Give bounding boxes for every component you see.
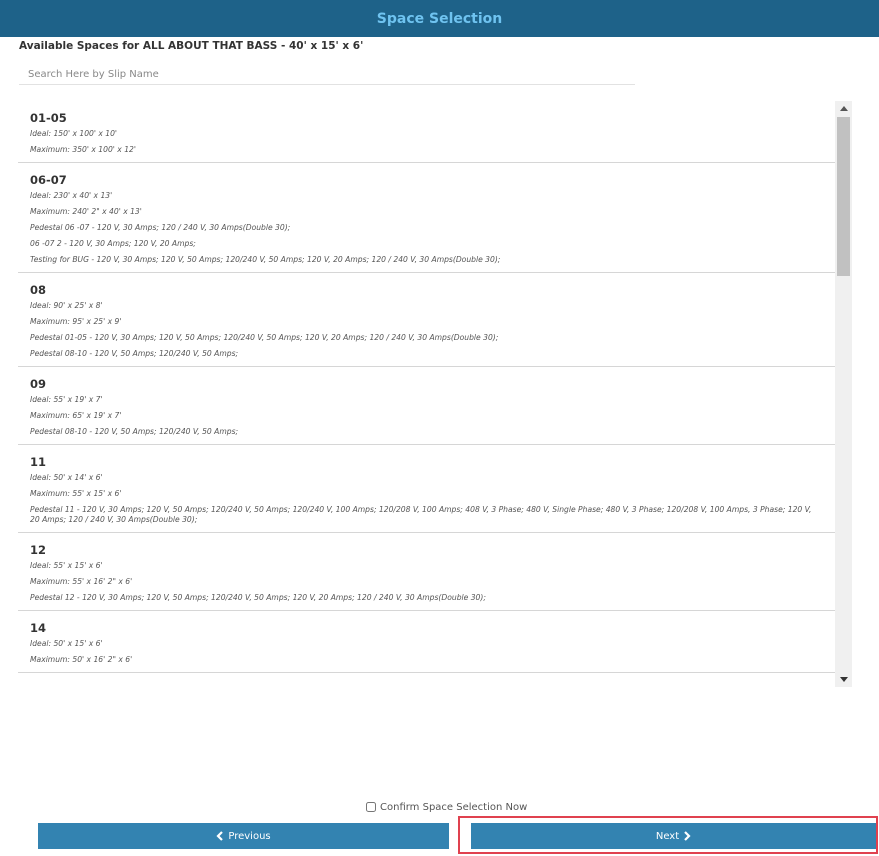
scrollbar[interactable]: [835, 101, 852, 687]
slip-item[interactable]: 01-05 Ideal: 150' x 100' x 10' Maximum: 35…: [18, 101, 835, 163]
slip-detail: Ideal: 230' x 40' x 13': [30, 191, 113, 200]
slip-detail: Ideal: 50' x 14' x 6': [30, 473, 103, 482]
slip-detail: Pedestal 01-05 - 120 V, 30 Amps; 120 V, …: [30, 333, 499, 342]
slip-item[interactable]: 09 Ideal: 55' x 19' x 7' Maximum: 65' x 19…: [18, 367, 835, 445]
search-container: [19, 62, 635, 86]
slip-detail: Ideal: 90' x 25' x 8': [30, 301, 103, 310]
page-title: Space Selection: [376, 10, 503, 27]
slip-detail: Testing for BUG - 120 V, 30 Amps; 120 V,…: [30, 255, 501, 264]
slip-detail: Maximum: 350' x 100' x 12': [30, 145, 136, 154]
scroll-down-arrow-icon[interactable]: [835, 672, 852, 687]
slip-detail: Maximum: 65' x 19' x 7': [30, 411, 122, 420]
slip-name: 14: [30, 621, 47, 635]
slip-detail: Maximum: 55' x 15' x 6': [30, 489, 122, 498]
previous-button[interactable]: Previous: [38, 823, 449, 849]
scroll-up-arrow-icon[interactable]: [835, 101, 852, 116]
slip-detail: Ideal: 55' x 15' x 6': [30, 561, 103, 570]
header-bar: Space Selection: [0, 0, 879, 37]
slip-detail: Pedestal 08-10 - 120 V, 50 Amps; 120/240…: [30, 427, 239, 436]
slip-name: 06-07: [30, 173, 67, 187]
slip-detail: 06 -07 2 - 120 V, 30 Amps; 120 V, 20 Amp…: [30, 239, 196, 248]
slip-detail: Pedestal 08-10 - 120 V, 50 Amps; 120/240…: [30, 349, 239, 358]
slip-name: 09: [30, 377, 47, 391]
chevron-left-icon: [216, 831, 224, 841]
confirm-checkbox[interactable]: [366, 802, 376, 812]
previous-label: Previous: [228, 830, 271, 842]
vessel-subtitle: Available Spaces for ALL ABOUT THAT BASS…: [19, 40, 364, 52]
slip-item[interactable]: 11 Ideal: 50' x 14' x 6' Maximum: 55' x 15…: [18, 445, 835, 533]
slip-detail: Maximum: 240' 2" x 40' x 13': [30, 207, 142, 216]
slip-search-input[interactable]: [19, 63, 635, 86]
slip-name: 12: [30, 543, 47, 557]
slip-detail: Ideal: 55' x 19' x 7': [30, 395, 103, 404]
scroll-thumb[interactable]: [837, 117, 850, 276]
slip-detail: Pedestal 11 - 120 V, 30 Amps; 120 V, 50 …: [30, 505, 812, 524]
slip-item[interactable]: 06-07 Ideal: 230' x 40' x 13' Maximum: 240…: [18, 163, 835, 273]
slip-name: 08: [30, 283, 47, 297]
slip-name: 01-05: [30, 111, 67, 125]
slip-detail: Maximum: 55' x 16' 2" x 6': [30, 577, 133, 586]
slip-detail: Ideal: 50' x 15' x 6': [30, 639, 103, 648]
next-button-highlight: [458, 816, 878, 854]
slip-item[interactable]: 14 Ideal: 50' x 15' x 6' Maximum: 50' x 16…: [18, 611, 835, 673]
confirm-label: Confirm Space Selection Now: [380, 801, 528, 813]
slip-item[interactable]: 12 Ideal: 55' x 15' x 6' Maximum: 55' x 16…: [18, 533, 835, 611]
slip-detail: Pedestal 12 - 120 V, 30 Amps; 120 V, 50 …: [30, 593, 486, 602]
confirm-selection[interactable]: Confirm Space Selection Now: [366, 800, 527, 814]
slip-item[interactable]: 08 Ideal: 90' x 25' x 8' Maximum: 95' x 25…: [18, 273, 835, 367]
slip-detail: Maximum: 95' x 25' x 9': [30, 317, 122, 326]
slip-detail: Maximum: 50' x 16' 2" x 6': [30, 655, 133, 664]
slip-name: 11: [30, 455, 47, 469]
slip-list[interactable]: 01-05 Ideal: 150' x 100' x 10' Maximum: 35…: [18, 101, 835, 687]
slip-list-frame: 01-05 Ideal: 150' x 100' x 10' Maximum: 35…: [18, 101, 852, 687]
slip-detail: Pedestal 06 -07 - 120 V, 30 Amps; 120 / …: [30, 223, 291, 232]
slip-detail: Ideal: 150' x 100' x 10': [30, 129, 118, 138]
